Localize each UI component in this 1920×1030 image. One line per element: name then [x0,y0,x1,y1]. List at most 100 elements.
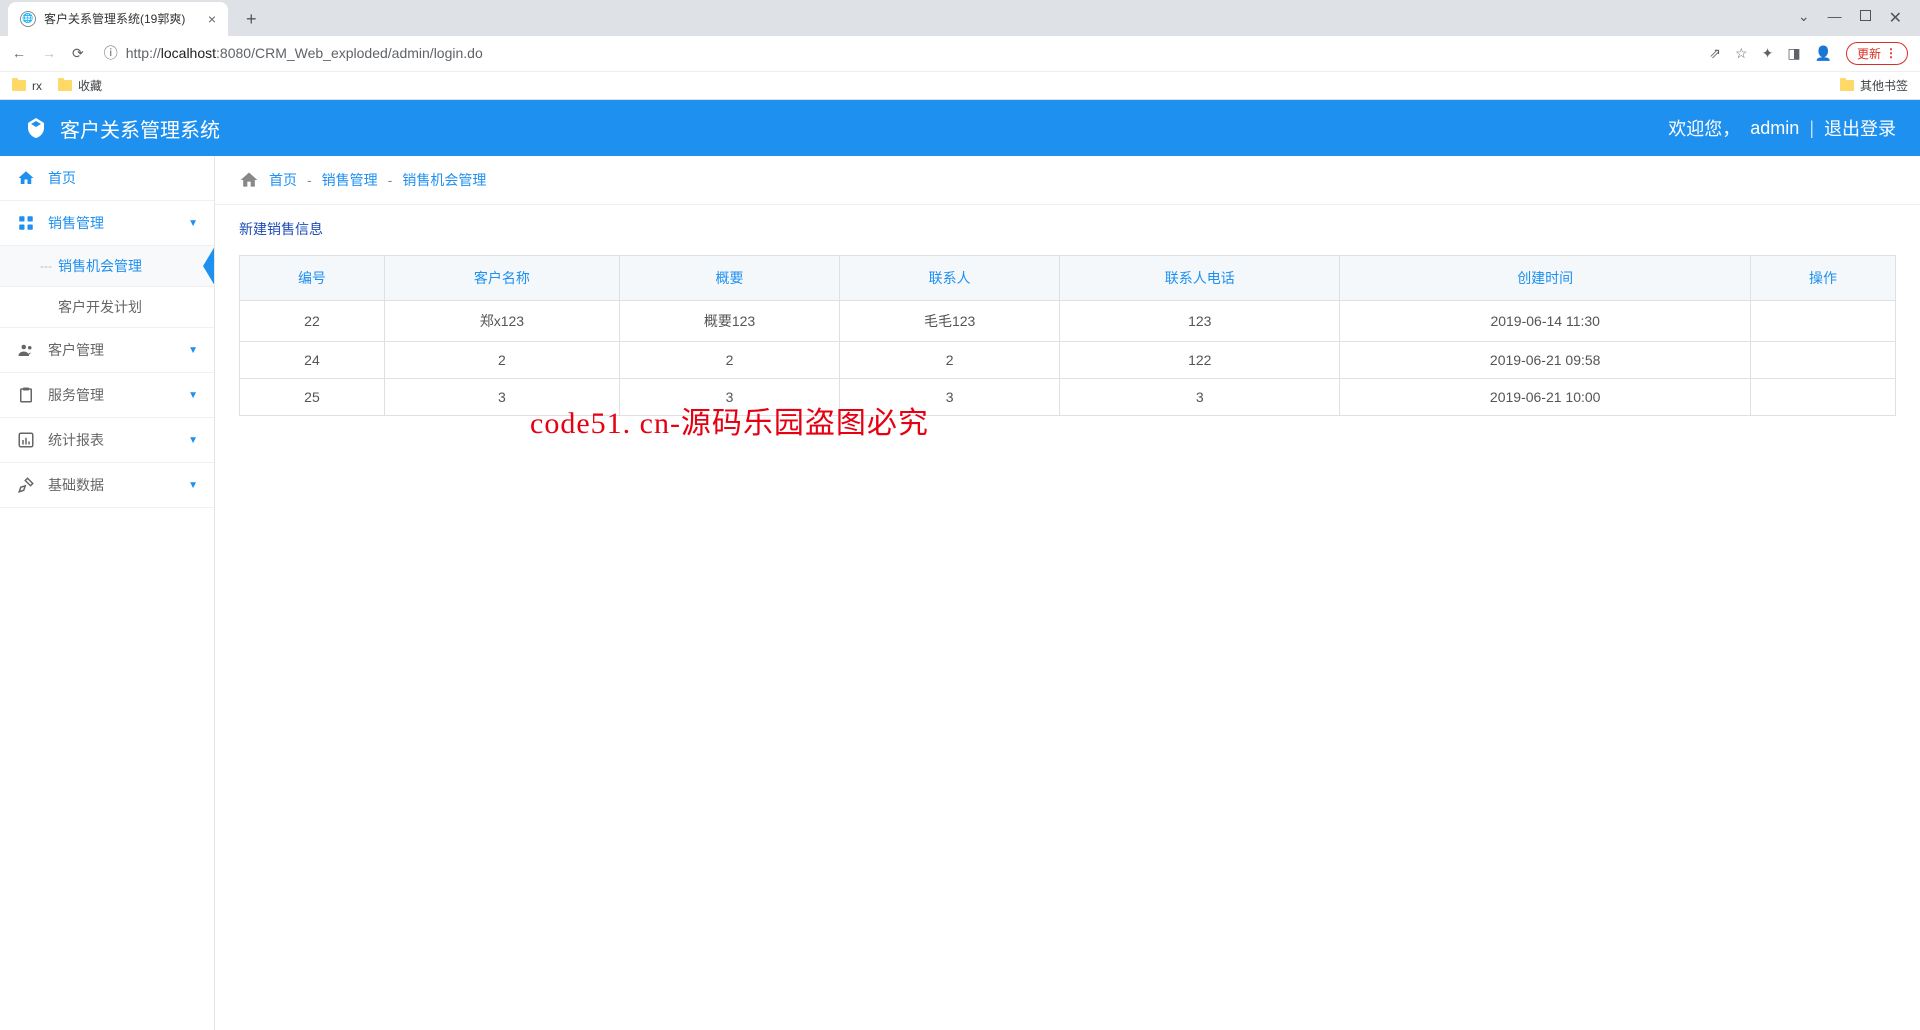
sidebar-item-sales[interactable]: 销售管理 ▼ [0,201,214,246]
share-icon[interactable]: ⇗ [1709,45,1721,62]
cell-id: 24 [240,342,385,379]
sidebar-sub-sales: --- 销售机会管理 --- 客户开发计划 [0,246,214,328]
menu-dots-icon: ⋮ [1885,46,1897,60]
sidebar-home-label: 首页 [48,168,76,188]
maximize-icon[interactable] [1860,8,1871,28]
logo-icon [24,116,48,140]
sidebar-item-label: 统计报表 [48,430,104,450]
sidebar-item-label: 基础数据 [48,475,104,495]
breadcrumb-home[interactable]: 首页 [269,170,297,190]
folder-icon [58,80,72,91]
window-controls: ⌄ — ✕ [1798,8,1920,28]
reload-icon[interactable]: ⟳ [72,45,84,62]
cell-contact: 2 [840,342,1060,379]
browser-tab[interactable]: 🌐 客户关系管理系统(19郭爽) × [8,2,228,36]
col-created: 创建时间 [1340,256,1751,301]
sidebar-item-label: 服务管理 [48,385,104,405]
cell-contact: 毛毛123 [840,301,1060,342]
separator: - [388,172,393,188]
folder-icon [1840,80,1854,91]
extensions-icon[interactable]: ✦ [1762,45,1774,62]
cell-created: 2019-06-21 09:58 [1340,342,1751,379]
cell-action[interactable] [1751,342,1896,379]
breadcrumb: 首页 - 销售管理 - 销售机会管理 [215,156,1920,205]
forward-icon[interactable]: → [42,45,56,61]
sidebar-item-basedata[interactable]: 基础数据 ▼ [0,463,214,508]
sidebar-sub-opportunity[interactable]: --- 销售机会管理 [0,246,214,287]
bookmarks-bar: rx 收藏 其他书签 [0,71,1920,99]
home-icon [16,168,36,188]
folder-icon [12,80,26,91]
url-box[interactable]: ⓘ http://localhost:8080/CRM_Web_exploded… [98,43,1696,63]
sidebar: 首页 销售管理 ▼ --- 销售机会管理 --- 客户开发计划 客户管理 ▼ 服… [0,156,215,1030]
clipboard-icon [16,385,36,405]
update-label: 更新 [1857,45,1881,62]
breadcrumb-page[interactable]: 销售机会管理 [402,170,486,190]
chart-icon [16,430,36,450]
bookmark-other[interactable]: 其他书签 [1840,77,1908,94]
app-name: 客户关系管理系统 [60,114,220,143]
cell-customer: 郑x123 [384,301,619,342]
tools-icon [16,475,36,495]
chevron-down-icon: ▼ [188,480,198,491]
cell-phone: 122 [1060,342,1340,379]
new-record-button[interactable]: 新建销售信息 [239,219,323,239]
minimize-icon[interactable]: — [1828,8,1842,28]
sidebar-item-customer[interactable]: 客户管理 ▼ [0,328,214,373]
cell-created: 2019-06-21 10:00 [1340,379,1751,416]
back-icon[interactable]: ← [12,45,26,61]
line-icon: --- [40,259,52,273]
cell-phone: 3 [1060,379,1340,416]
username-link[interactable]: admin [1750,118,1799,139]
breadcrumb-section[interactable]: 销售管理 [322,170,378,190]
cell-summary: 2 [619,342,839,379]
nav-icons: ← → ⟳ [12,45,84,62]
cell-summary: 概要123 [619,301,839,342]
sidebar-item-service[interactable]: 服务管理 ▼ [0,373,214,418]
col-id: 编号 [240,256,385,301]
sidepanel-icon[interactable]: ◨ [1787,45,1800,62]
profile-icon[interactable]: 👤 [1815,45,1832,62]
new-tab-button[interactable]: + [236,3,267,36]
separator: - [307,172,312,188]
sidebar-item-stats[interactable]: 统计报表 ▼ [0,418,214,463]
globe-icon: 🌐 [20,11,36,27]
cell-id: 25 [240,379,385,416]
separator: | [1809,118,1814,139]
cell-action[interactable] [1751,301,1896,342]
close-tab-icon[interactable]: × [208,11,216,27]
content-area: 新建销售信息 编号 客户名称 概要 联系人 联系人电话 创建时间 操作 22郑x… [215,205,1920,430]
cell-phone: 123 [1060,301,1340,342]
chevron-down-icon[interactable]: ⌄ [1798,8,1810,28]
sidebar-sub-devplan[interactable]: --- 客户开发计划 [0,287,214,328]
star-icon[interactable]: ☆ [1735,45,1748,62]
col-summary: 概要 [619,256,839,301]
col-phone: 联系人电话 [1060,256,1340,301]
grid-icon [16,213,36,233]
chevron-down-icon: ▼ [188,435,198,446]
bookmark-item-favorites[interactable]: 收藏 [58,77,102,94]
info-icon[interactable]: ⓘ [104,43,118,63]
browser-chrome: 🌐 客户关系管理系统(19郭爽) × + ⌄ — ✕ ← → ⟳ ⓘ http:… [0,0,1920,100]
cell-id: 22 [240,301,385,342]
sub-item-label: 销售机会管理 [58,256,142,276]
table-row: 2533332019-06-21 10:00 [240,379,1896,416]
url-port: :8080 [216,45,251,61]
cell-action[interactable] [1751,379,1896,416]
chevron-down-icon: ▼ [188,390,198,401]
sub-item-label: 客户开发计划 [58,297,142,317]
bookmark-item-rx[interactable]: rx [12,79,42,93]
logout-link[interactable]: 退出登录 [1824,115,1896,141]
main-content: 首页 - 销售管理 - 销售机会管理 新建销售信息 编号 客户名称 概要 联系人… [215,156,1920,1030]
app-logo: 客户关系管理系统 [24,114,220,143]
update-button[interactable]: 更新 ⋮ [1846,42,1908,65]
tab-title: 客户关系管理系统(19郭爽) [44,10,200,27]
sidebar-item-home[interactable]: 首页 [0,156,214,201]
table-row: 22郑x123概要123毛毛1231232019-06-14 11:30 [240,301,1896,342]
app-body: 首页 销售管理 ▼ --- 销售机会管理 --- 客户开发计划 客户管理 ▼ 服… [0,156,1920,1030]
home-icon [239,170,259,190]
data-table: 编号 客户名称 概要 联系人 联系人电话 创建时间 操作 22郑x123概要12… [239,255,1896,416]
close-window-icon[interactable]: ✕ [1889,8,1902,28]
col-customer: 客户名称 [384,256,619,301]
address-right-icons: ⇗ ☆ ✦ ◨ 👤 更新 ⋮ [1709,42,1908,65]
